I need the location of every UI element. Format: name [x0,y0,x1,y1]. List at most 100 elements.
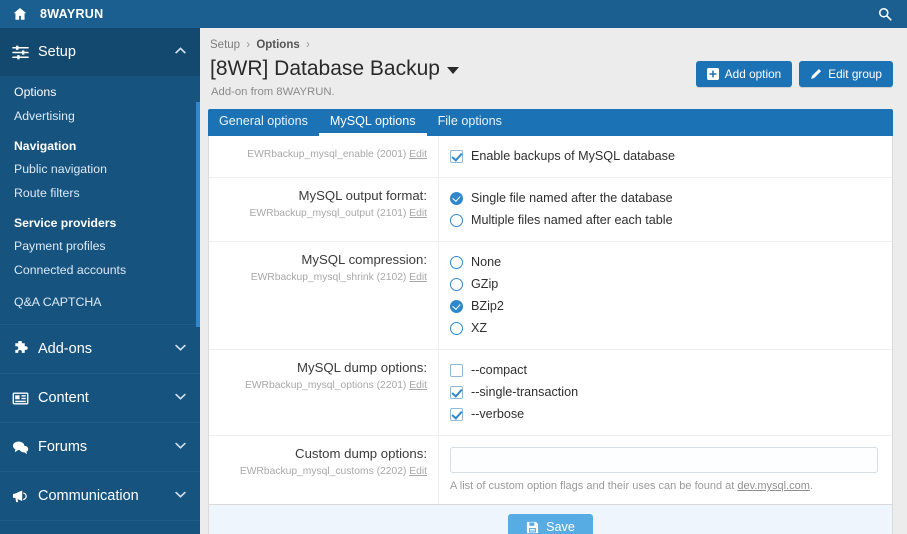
sidebar-setup-items: Options Advertising Navigation Public na… [0,76,200,324]
option-id-text: EWRbackup_mysql_options (2201) [244,379,407,391]
radio-icon[interactable] [450,255,463,269]
tab-mysql-options[interactable]: MySQL options [318,109,427,137]
checkbox-option[interactable]: --compact [450,361,878,379]
sidebar-group-label: Setup [38,44,76,60]
hint-suffix: . [809,480,814,493]
add-option-label: Add option [724,67,782,81]
sidebar-group-addons[interactable]: Add-ons [0,325,200,373]
option-id-text: EWRbackup_mysql_shrink (2102) [250,271,407,283]
option-id-text: EWRbackup_mysql_output (2101) [249,207,407,219]
sliders-icon [12,44,38,61]
custom-dump-options-input[interactable] [450,447,878,474]
sidebar-group-forums[interactable]: Forums [0,423,200,471]
sidebar-item-connected-accounts[interactable]: Connected accounts [0,258,200,282]
breadcrumb-separator: › [305,39,310,51]
form-label-cell: EWRbackup_mysql_enable (2001) Edit [209,136,439,178]
form-option-id: EWRbackup_mysql_customs (2202) Edit [217,466,427,477]
form-label-cell: MySQL compression: EWRbackup_mysql_shrin… [209,242,439,350]
checkbox-icon[interactable] [450,363,463,377]
form-control-cell: --compact --single-transaction --verbose [439,350,892,435]
edit-link[interactable]: Edit [409,466,427,477]
form-option-id: EWRbackup_mysql_shrink (2102) Edit [217,272,427,283]
checkbox-option[interactable]: --verbose [450,405,878,423]
sidebar-group-communication[interactable]: Communication [0,472,200,520]
radio-icon[interactable] [450,277,463,291]
page-subtitle: Add-on from 8WAYRUN. [211,86,335,99]
sidebar-group-label: Content [38,390,89,406]
sidebar-section-navigation: Navigation [14,139,77,153]
checkbox-icon[interactable] [450,385,463,399]
edit-link[interactable]: Edit [409,208,427,219]
radio-icon[interactable] [450,191,463,205]
search-icon[interactable] [863,7,907,21]
sidebar-group-users[interactable]: Users [0,521,200,534]
sidebar-item-qa-captcha[interactable]: Q&A CAPTCHA [0,290,200,314]
pencil-icon [810,68,822,80]
title-row: [8WR] Database Backup Add-on from 8WAYRU… [208,55,893,98]
radio-option[interactable]: Single file named after the database [450,189,878,207]
edit-group-label: Edit group [828,67,882,81]
form-option-id: EWRbackup_mysql_options (2201) Edit [217,380,427,391]
form-row: Custom dump options: EWRbackup_mysql_cus… [209,436,892,505]
brand-title[interactable]: 8WAYRUN [40,7,103,21]
edit-link[interactable]: Edit [409,149,427,160]
sidebar-group-content[interactable]: Content [0,374,200,422]
radio-icon[interactable] [450,321,463,335]
page-actions: Add option Edit group [695,55,893,87]
edit-link[interactable]: Edit [409,380,427,391]
checkbox-icon[interactable] [450,407,463,421]
sidebar-group-setup[interactable]: Setup [0,28,200,76]
save-button[interactable]: Save [508,514,593,534]
puzzle-icon [12,340,38,358]
caret-down-icon[interactable] [446,67,459,75]
sidebar-item-payment-profiles[interactable]: Payment profiles [0,234,200,258]
edit-group-button[interactable]: Edit group [799,61,893,87]
radio-option[interactable]: BZip2 [450,297,878,315]
megaphone-icon [12,488,38,505]
radio-option[interactable]: None [450,253,878,271]
radio-icon[interactable] [450,299,463,313]
radio-option[interactable]: GZip [450,275,878,293]
tab-file-options[interactable]: File options [427,109,513,136]
radio-option[interactable]: XZ [450,319,878,337]
form-footer: Save [208,505,893,534]
chevron-down-icon [175,491,186,501]
form-label-cell: Custom dump options: EWRbackup_mysql_cus… [209,436,439,505]
sidebar-item-public-navigation[interactable]: Public navigation [0,157,200,181]
checkbox-option[interactable]: Enable backups of MySQL database [450,147,878,165]
option-label: Single file named after the database [471,191,673,206]
save-label: Save [546,520,575,534]
sidebar-item-route-filters[interactable]: Route filters [0,181,200,205]
radio-option[interactable]: Multiple files named after each table [450,211,878,229]
checkbox-icon[interactable] [450,149,463,163]
add-option-button[interactable]: Add option [695,61,793,87]
top-bar: 8WAYRUN [0,0,907,28]
tab-bar: General options MySQL options File optio… [208,109,893,137]
breadcrumb-item-setup[interactable]: Setup [210,39,240,51]
form-row: EWRbackup_mysql_enable (2001) Edit Enabl… [209,136,892,179]
breadcrumb: Setup › Options › [208,36,893,55]
admin-page: 8WAYRUN Setup Options Advertising Naviga… [0,0,907,534]
option-id-text: EWRbackup_mysql_customs (2202) [239,465,407,477]
sidebar-section-service-providers: Service providers [14,216,117,230]
news-icon [12,390,38,407]
edit-link[interactable]: Edit [409,272,427,283]
form-option-id: EWRbackup_mysql_enable (2001) Edit [217,149,427,160]
form-control-cell: Enable backups of MySQL database [439,136,892,177]
radio-icon[interactable] [450,213,463,227]
form-control-cell: None GZip BZip2 XZ [439,242,892,349]
checkbox-option[interactable]: --single-transaction [450,383,878,401]
form-label: MySQL compression: [301,252,427,268]
breadcrumb-item-options[interactable]: Options [256,39,299,51]
form-row: MySQL dump options: EWRbackup_mysql_opti… [209,350,892,437]
option-label: Enable backups of MySQL database [471,149,675,164]
form-label: MySQL output format: [298,188,427,204]
sidebar-item-options[interactable]: Options [0,80,200,104]
chat-icon [12,439,38,456]
dev-mysql-link[interactable]: dev.mysql.com [737,480,810,492]
home-icon[interactable] [0,7,40,21]
tab-general-options[interactable]: General options [208,109,319,136]
sidebar-item-advertising[interactable]: Advertising [0,104,200,128]
page-title-text: [8WR] Database Backup [210,57,440,80]
options-form: EWRbackup_mysql_enable (2001) Edit Enabl… [208,136,893,506]
